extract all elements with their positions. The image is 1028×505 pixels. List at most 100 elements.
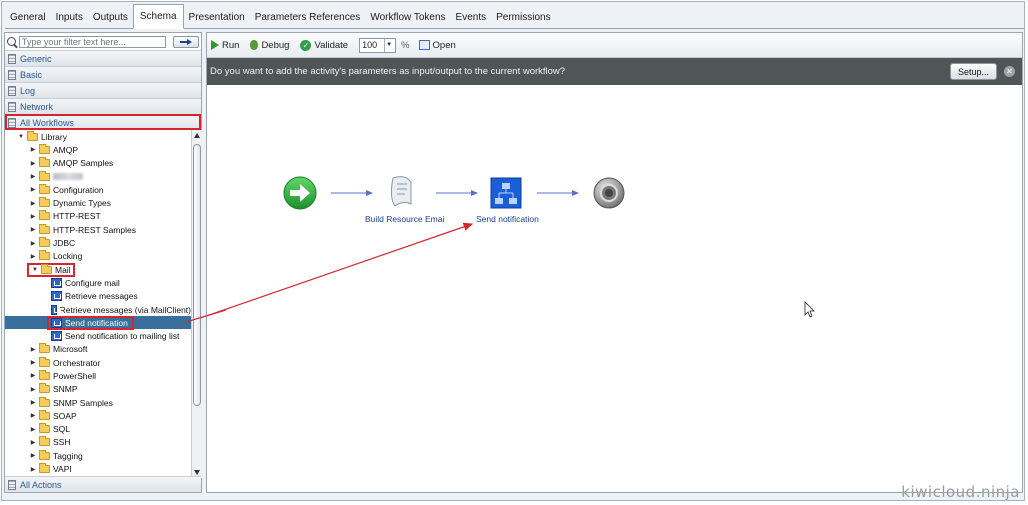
tree-folder[interactable]: ▶ SQL <box>5 423 191 436</box>
tree-folder-mail[interactable]: ▼ Mail <box>5 262 191 277</box>
expand-toggle-icon[interactable]: ▶ <box>29 346 37 353</box>
expand-toggle-icon[interactable]: ▼ <box>31 267 39 273</box>
expand-toggle-icon[interactable]: ▶ <box>29 386 37 393</box>
category-basic[interactable]: Basic <box>5 66 201 82</box>
expand-toggle-icon[interactable]: ▶ <box>29 359 37 366</box>
banner-message: Do you want to add the activity's parame… <box>210 66 566 77</box>
tree-folder[interactable]: ▶ JDBC <box>5 236 191 249</box>
start-node-icon[interactable] <box>283 176 317 210</box>
folder-icon <box>39 436 50 447</box>
tree-node-library[interactable]: ▼ Library <box>5 130 191 143</box>
expand-toggle-icon[interactable]: ▶ <box>29 439 37 446</box>
tree-folder-redacted[interactable]: ▶ <box>5 170 191 183</box>
tab-schema[interactable]: Schema <box>132 4 184 29</box>
schema-canvas[interactable]: Build Resource Emai Send notification <box>207 86 1022 492</box>
expand-toggle-icon[interactable]: ▶ <box>29 226 37 233</box>
tree-label: SSH <box>53 437 71 448</box>
send-notification-highlight-box: Send notification <box>47 315 134 330</box>
expand-toggle-icon[interactable]: ▶ <box>29 399 37 406</box>
annotation-arrow-start <box>186 310 226 323</box>
folder-icon <box>39 423 50 434</box>
setup-button[interactable]: Setup... <box>950 63 997 80</box>
tree-folder[interactable]: ▶ Orchestrator <box>5 356 191 369</box>
debug-button[interactable]: Debug <box>250 40 289 51</box>
scriptable-task-icon[interactable] <box>390 176 412 207</box>
workflow-icon <box>51 304 61 315</box>
expand-toggle-icon[interactable]: ▶ <box>29 186 37 193</box>
category-icon <box>8 53 16 64</box>
tab-workflow-tokens[interactable]: Workflow Tokens <box>365 6 450 28</box>
tree-folder[interactable]: ▶ AMQP <box>5 143 191 156</box>
tree-folder[interactable]: ▶ SOAP <box>5 409 191 422</box>
tree-folder[interactable]: ▶ VAPI <box>5 462 191 475</box>
tree-label: VAPI <box>53 464 72 475</box>
tree-label: Library <box>41 131 67 142</box>
tree-folder[interactable]: ▶ PowerShell <box>5 369 191 382</box>
run-button[interactable]: Run <box>211 40 239 51</box>
category-log[interactable]: Log <box>5 82 201 98</box>
tree-folder[interactable]: ▶ HTTP-REST <box>5 210 191 223</box>
filter-go-button[interactable] <box>173 35 199 48</box>
filter-input[interactable] <box>18 35 167 48</box>
tree-workflow[interactable]: Retrieve messages <box>5 290 191 303</box>
expand-toggle-icon[interactable]: ▶ <box>29 372 37 379</box>
expand-toggle-icon[interactable]: ▶ <box>29 146 37 153</box>
validate-button[interactable]: ✓ Validate <box>300 39 349 51</box>
zoom-select[interactable]: 100 ▼ <box>359 37 397 53</box>
expand-toggle-icon[interactable]: ▶ <box>29 426 37 433</box>
tree-folder[interactable]: ▶ Dynamic Types <box>5 196 191 209</box>
expand-toggle-icon[interactable]: ▶ <box>29 200 37 207</box>
tab-parameters-references[interactable]: Parameters References <box>250 6 366 28</box>
expand-toggle-icon[interactable]: ▶ <box>29 160 37 167</box>
bug-icon <box>250 40 259 50</box>
tree-workflow-selected[interactable]: Send notification <box>5 315 191 330</box>
tree-workflow[interactable]: Send notification to mailing list <box>5 329 191 342</box>
tree-folder[interactable]: ▶ SNMP Samples <box>5 396 191 409</box>
redacted-label <box>53 173 83 181</box>
expand-toggle-icon[interactable]: ▶ <box>29 253 37 260</box>
scroll-thumb[interactable] <box>193 144 201 406</box>
tree-workflow[interactable]: Configure mail <box>5 276 191 289</box>
app-window: General Inputs Outputs Schema Presentati… <box>1 1 1025 501</box>
chevron-down-icon[interactable]: ▼ <box>384 38 393 52</box>
tree-folder[interactable]: ▶ HTTP-REST Samples <box>5 223 191 236</box>
scroll-up-icon[interactable] <box>194 133 200 138</box>
expand-toggle-icon[interactable]: ▶ <box>29 412 37 419</box>
category-all-workflows[interactable]: All Workflows <box>5 114 201 130</box>
tree-label: Retrieve messages <box>65 291 138 302</box>
tree-folder[interactable]: ▶ Tagging <box>5 449 191 462</box>
tree-folder[interactable]: ▶ SSH <box>5 436 191 449</box>
expand-toggle-icon[interactable]: ▶ <box>29 173 37 180</box>
expand-toggle-icon[interactable]: ▼ <box>17 134 25 140</box>
tree-workflow[interactable]: Retrieve messages (via MailClient) <box>5 303 191 316</box>
tab-outputs[interactable]: Outputs <box>88 6 133 28</box>
tab-general[interactable]: General <box>5 6 51 28</box>
tree-folder[interactable]: ▶ AMQP Samples <box>5 157 191 170</box>
expand-toggle-icon[interactable]: ▶ <box>29 452 37 459</box>
tree-folder[interactable]: ▶ Configuration <box>5 183 191 196</box>
category-label: Basic <box>20 69 43 80</box>
category-network[interactable]: Network <box>5 98 201 114</box>
category-generic[interactable]: Generic <box>5 50 201 66</box>
workflow-element-icon[interactable] <box>490 177 522 209</box>
folder-icon <box>39 170 50 181</box>
open-button[interactable]: Open <box>418 40 456 51</box>
tab-presentation[interactable]: Presentation <box>184 6 250 28</box>
tree-scrollbar[interactable] <box>191 130 202 478</box>
expand-toggle-icon[interactable]: ▶ <box>29 466 37 473</box>
expand-toggle-icon[interactable]: ▶ <box>29 213 37 220</box>
tab-inputs[interactable]: Inputs <box>51 6 88 28</box>
validate-label: Validate <box>314 39 349 51</box>
scroll-down-icon[interactable] <box>194 470 200 475</box>
tab-permissions[interactable]: Permissions <box>491 6 555 28</box>
expand-toggle-icon[interactable]: ▶ <box>29 240 37 247</box>
tab-events[interactable]: Events <box>451 6 492 28</box>
end-node-icon[interactable] <box>593 177 625 209</box>
tree-folder[interactable]: ▶ Locking <box>5 250 191 263</box>
tree-folder[interactable]: ▶ SNMP <box>5 383 191 396</box>
folder-icon <box>39 409 50 420</box>
tree-label: JDBC <box>53 238 76 249</box>
tree-folder[interactable]: ▶ Microsoft <box>5 343 191 356</box>
category-all-actions[interactable]: All Actions <box>5 476 201 492</box>
close-icon[interactable]: ✕ <box>1004 66 1015 77</box>
